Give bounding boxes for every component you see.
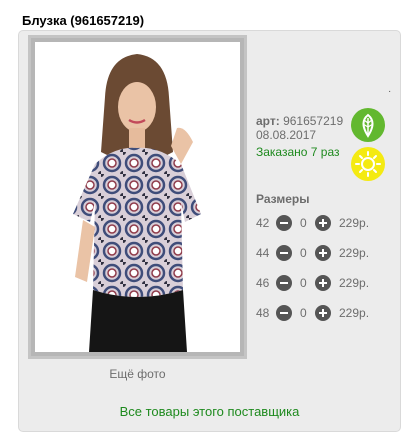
- quantity-value: 0: [300, 306, 307, 320]
- product-date: 08.08.2017: [256, 128, 317, 142]
- size-label: 42: [256, 216, 270, 230]
- size-label: 44: [256, 246, 270, 260]
- size-price: 229р.: [339, 276, 370, 290]
- sun-icon: [351, 147, 385, 181]
- decrease-button[interactable]: [276, 215, 292, 231]
- article-label: арт:: [256, 114, 280, 128]
- decor-dot: ·: [388, 86, 392, 97]
- model-image: [73, 54, 201, 352]
- product-photo-frame[interactable]: [28, 35, 247, 359]
- product-title: Блузка (961657219): [22, 13, 145, 28]
- supplier-products-link[interactable]: Все товары этого поставщика: [18, 404, 401, 419]
- decrease-button[interactable]: [276, 245, 292, 261]
- leaf-icon: [351, 108, 385, 142]
- size-price: 229р.: [339, 216, 370, 230]
- increase-button[interactable]: [315, 245, 331, 261]
- increase-button[interactable]: [315, 305, 331, 321]
- article-line: арт: 961657219: [256, 114, 343, 128]
- ordered-count: Заказано 7 раз: [256, 145, 340, 159]
- more-photos-link[interactable]: Ещё фото: [28, 367, 247, 381]
- article-number: 961657219: [283, 114, 344, 128]
- sizes-heading: Размеры: [256, 192, 310, 206]
- size-label: 48: [256, 306, 270, 320]
- increase-button[interactable]: [315, 275, 331, 291]
- size-price: 229р.: [339, 306, 370, 320]
- size-price: 229р.: [339, 246, 370, 260]
- quantity-value: 0: [300, 216, 307, 230]
- quantity-value: 0: [300, 276, 307, 290]
- decrease-button[interactable]: [276, 305, 292, 321]
- size-label: 46: [256, 276, 270, 290]
- increase-button[interactable]: [315, 215, 331, 231]
- decrease-button[interactable]: [276, 275, 292, 291]
- quantity-value: 0: [300, 246, 307, 260]
- product-photo[interactable]: [35, 42, 240, 352]
